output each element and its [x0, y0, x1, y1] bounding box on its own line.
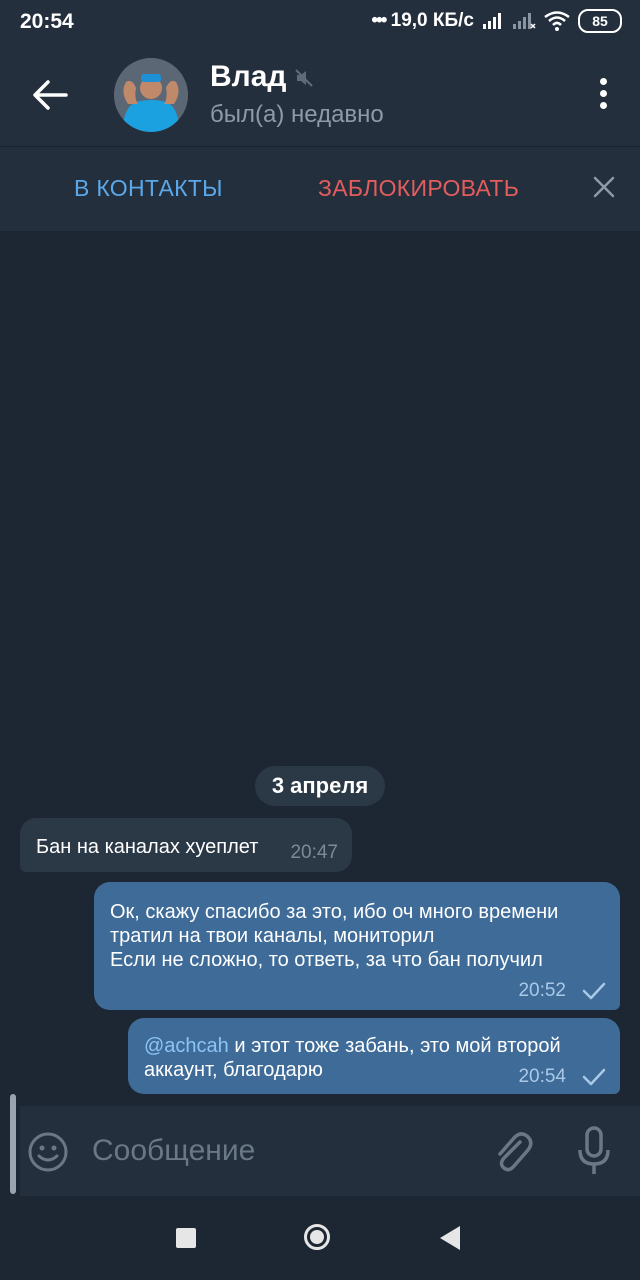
message-time: 20:52 [518, 980, 566, 1001]
recents-button[interactable] [176, 1228, 196, 1248]
avatar[interactable] [114, 58, 188, 132]
avatar-image [114, 58, 188, 132]
network-speed: ••• 19,0 КБ/с [371, 10, 474, 32]
dots-icon: ••• [371, 10, 387, 31]
message-text: Бан на каналах хуеплет [36, 836, 259, 858]
message-line: @achcah и этот тоже забань, это мой втор… [144, 1034, 561, 1058]
signal-2-icon [513, 13, 536, 29]
home-button[interactable] [304, 1224, 330, 1250]
contact-action-bar: В КОНТАКТЫ ЗАБЛОКИРОВАТЬ [0, 146, 640, 231]
close-icon[interactable] [590, 173, 618, 201]
message-line: тратил на твои каналы, мониторил [110, 925, 435, 947]
check-icon [582, 1068, 606, 1086]
clock: 20:54 [20, 10, 74, 33]
block-user-button[interactable]: ЗАБЛОКИРОВАТЬ [318, 175, 519, 202]
message-outgoing[interactable]: Ок, скажу спасибо за это, ибо оч много в… [94, 882, 620, 1010]
status-icons: ••• 19,0 КБ/с 85 [371, 9, 622, 33]
back-arrow-icon[interactable] [30, 78, 70, 112]
status-bar: 20:54 ••• 19,0 КБ/с 85 [0, 0, 640, 44]
emoji-icon[interactable] [26, 1130, 70, 1174]
attach-icon[interactable] [490, 1128, 534, 1176]
system-nav-bar [0, 1196, 640, 1280]
message-time: 20:54 [518, 1066, 566, 1087]
message-time: 20:47 [290, 842, 338, 863]
mention-link[interactable]: @achcah [144, 1035, 229, 1057]
check-icon [582, 982, 606, 1000]
mic-icon[interactable] [576, 1126, 612, 1178]
date-separator: 3 апреля [255, 766, 385, 806]
chat-title[interactable]: Влад [210, 60, 286, 94]
message-outgoing[interactable]: @achcah и этот тоже забань, это мой втор… [128, 1018, 620, 1094]
wifi-icon [544, 11, 570, 31]
signal-icon [483, 13, 501, 29]
message-line-text: и этот тоже забань, это мой второй [228, 1035, 561, 1057]
message-line: Ок, скажу спасибо за это, ибо оч много в… [110, 901, 559, 923]
message-text: @achcah и этот тоже забань, это мой втор… [144, 1034, 561, 1082]
back-button[interactable] [440, 1226, 460, 1250]
message-line: аккаунт, благодарю [144, 1059, 323, 1081]
message-input[interactable]: Сообщение [92, 1134, 255, 1168]
mute-icon [295, 69, 313, 87]
message-incoming[interactable]: Бан на каналах хуеплет 20:47 [20, 818, 352, 872]
battery-icon: 85 [578, 9, 622, 33]
chat-status: был(а) недавно [210, 101, 384, 128]
network-speed-value: 19,0 КБ/с [390, 10, 474, 31]
more-vert-icon[interactable] [596, 78, 610, 112]
add-contact-button[interactable]: В КОНТАКТЫ [74, 175, 223, 202]
scroll-indicator [10, 1094, 16, 1194]
chat-header: Влад был(а) недавно [0, 44, 640, 146]
message-line: Если не сложно, то ответь, за что бан по… [110, 949, 543, 971]
message-text: Ок, скажу спасибо за это, ибо оч много в… [110, 900, 558, 972]
